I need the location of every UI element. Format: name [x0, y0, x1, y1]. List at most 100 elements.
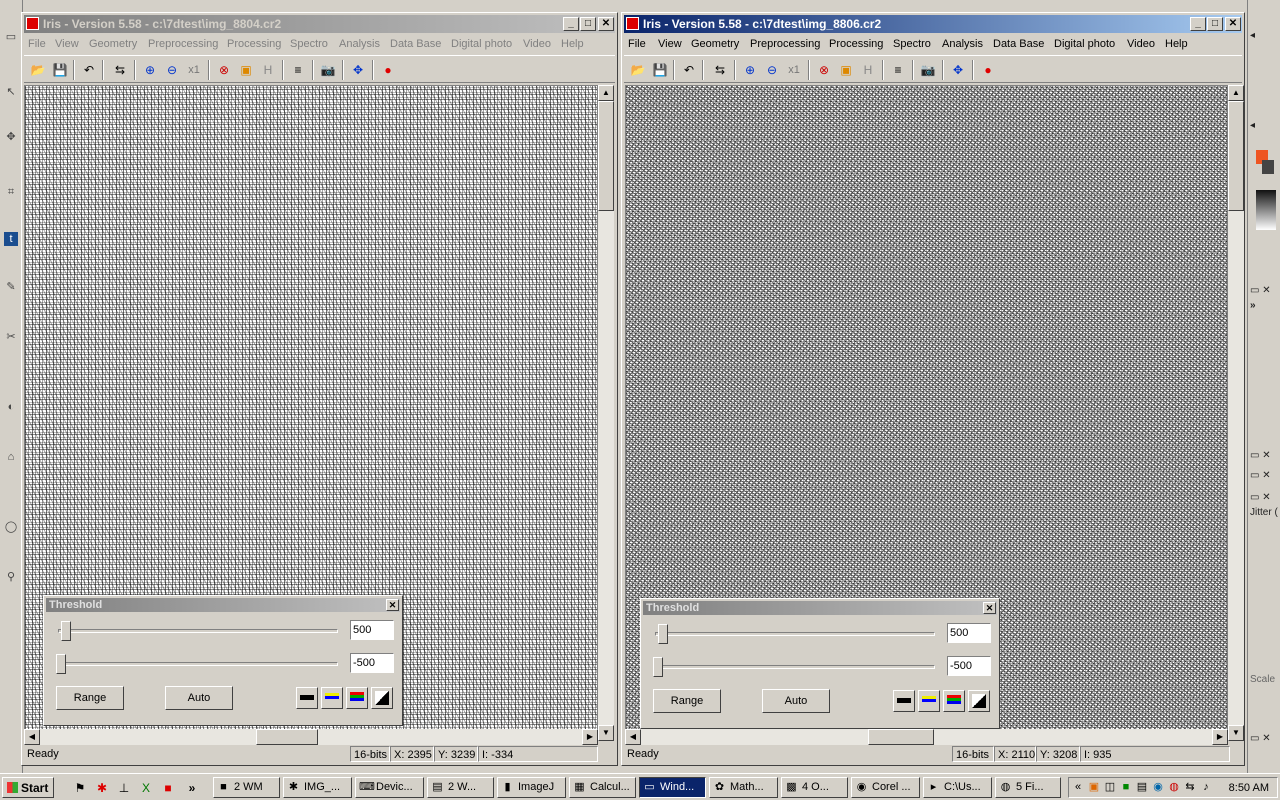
histogram-icon[interactable]: H	[858, 60, 878, 80]
save-icon[interactable]: 💾	[50, 60, 70, 80]
low-threshold-input[interactable]	[947, 656, 991, 676]
menu-processing[interactable]: Processing	[829, 37, 883, 51]
quicklaunch-iris-icon[interactable]: ■	[160, 780, 176, 796]
menu-digital-photo[interactable]: Digital photo	[451, 37, 512, 51]
clock[interactable]: 8:50 AM	[1229, 780, 1269, 796]
taskbar-task-button[interactable]: ✿ Math...	[709, 777, 778, 798]
tray-app-icon[interactable]: ◍	[1167, 780, 1181, 794]
minimize-button[interactable]: _	[563, 17, 579, 31]
scroll-up-icon[interactable]: ▲	[598, 85, 614, 101]
box-icon[interactable]: ▣	[836, 60, 856, 80]
high-slider-track[interactable]	[655, 632, 935, 636]
camera-icon[interactable]: 📷	[918, 60, 938, 80]
menu-geometry[interactable]: Geometry	[89, 37, 137, 51]
quicklaunch-network-icon[interactable]: ⚑	[72, 780, 88, 796]
record-icon[interactable]: ●	[978, 60, 998, 80]
taskbar-task-button[interactable]: ▭ Wind...	[639, 777, 706, 798]
tray-app-icon[interactable]: ◉	[1151, 780, 1165, 794]
mode-gradient-icon[interactable]	[371, 687, 393, 709]
gradient-swatch[interactable]	[1256, 190, 1276, 230]
bg-tool-icon[interactable]: ✥	[4, 130, 18, 144]
scroll-up-icon[interactable]: ▲	[1228, 85, 1244, 101]
bg-tool-icon[interactable]: ⚲	[4, 570, 18, 584]
menu-digital-photo[interactable]: Digital photo	[1054, 37, 1115, 51]
panel-close-icon[interactable]: ▭ ✕	[1250, 733, 1278, 745]
menu-file[interactable]: File	[28, 37, 46, 51]
high-slider-track[interactable]	[58, 629, 338, 633]
taskbar-task-button[interactable]: ▤ 2 W...	[427, 777, 494, 798]
range-button[interactable]: Range	[56, 686, 124, 710]
tray-expand-icon[interactable]: «	[1071, 780, 1085, 794]
zoom-out-icon[interactable]: ⊖	[162, 60, 182, 80]
menu-help[interactable]: Help	[561, 37, 584, 51]
bg-tool-icon[interactable]: ▭	[4, 30, 18, 44]
scroll-left-icon[interactable]: ◀	[625, 729, 641, 745]
move-icon[interactable]: ✥	[348, 60, 368, 80]
zoom-in-icon[interactable]: ⊕	[740, 60, 760, 80]
scroll-thumb[interactable]	[1228, 101, 1244, 211]
threshold-title[interactable]: Threshold ✕	[643, 601, 997, 615]
auto-button[interactable]: Auto	[762, 689, 830, 713]
mode-mono-icon[interactable]	[296, 687, 318, 709]
taskbar-task-button[interactable]: ■ 2 WM	[213, 777, 280, 798]
taskbar-task-button[interactable]: ▩ 4 O...	[781, 777, 848, 798]
mode-color-icon[interactable]	[918, 690, 940, 712]
quicklaunch-more-icon[interactable]: »	[184, 780, 200, 796]
quicklaunch-excel-icon[interactable]: X	[138, 780, 154, 796]
vertical-scrollbar[interactable]: ▲ ▼	[1228, 85, 1244, 741]
mode-rgb-icon[interactable]	[346, 687, 368, 709]
scroll-thumb[interactable]	[256, 729, 318, 745]
taskbar-task-button[interactable]: ✱ IMG_...	[283, 777, 352, 798]
bg-tool-icon[interactable]: ↖	[4, 85, 18, 99]
histogram-icon[interactable]: H	[258, 60, 278, 80]
taskbar-task-button[interactable]: ◉ Corel ...	[851, 777, 920, 798]
horizontal-scrollbar[interactable]: ◀ ▶	[625, 729, 1228, 745]
low-slider-thumb[interactable]	[653, 657, 663, 677]
tray-app-icon[interactable]: ▤	[1135, 780, 1149, 794]
spectro-icon[interactable]: ⊗	[814, 60, 834, 80]
record-icon[interactable]: ●	[378, 60, 398, 80]
taskbar-task-button[interactable]: ▮ ImageJ	[497, 777, 566, 798]
list-icon[interactable]: ≡	[288, 60, 308, 80]
undo-icon[interactable]: ↶	[679, 60, 699, 80]
menu-data-base[interactable]: Data Base	[390, 37, 441, 51]
menu-video[interactable]: Video	[1127, 37, 1155, 51]
menu-preprocessing[interactable]: Preprocessing	[750, 37, 820, 51]
taskbar-task-button[interactable]: ▸ C:\Us...	[923, 777, 992, 798]
window-titlebar[interactable]: Iris - Version 5.58 - c:\7dtest\img_8806…	[624, 15, 1242, 33]
move-icon[interactable]: ✥	[948, 60, 968, 80]
panel-arrow-icon[interactable]: ◂	[1250, 30, 1278, 42]
tray-app-icon[interactable]: ■	[1119, 780, 1133, 794]
auto-button[interactable]: Auto	[165, 686, 233, 710]
tray-network-icon[interactable]: ⇆	[1183, 780, 1197, 794]
menu-data-base[interactable]: Data Base	[993, 37, 1044, 51]
maximize-button[interactable]: □	[1207, 17, 1223, 31]
tray-app-icon[interactable]: ◫	[1103, 780, 1117, 794]
panel-close-icon[interactable]: ▭ ✕	[1250, 470, 1278, 482]
quicklaunch-tool-icon[interactable]: ⊥	[116, 780, 132, 796]
threshold-title[interactable]: Threshold ✕	[46, 598, 400, 612]
settings-icon[interactable]: ⇆	[710, 60, 730, 80]
bg-tool-icon[interactable]: ✎	[4, 280, 18, 294]
minimize-button[interactable]: _	[1190, 17, 1206, 31]
list-icon[interactable]: ≡	[888, 60, 908, 80]
panel-close-icon[interactable]: ▭ ✕	[1250, 492, 1278, 504]
box-icon[interactable]: ▣	[236, 60, 256, 80]
scroll-thumb[interactable]	[598, 101, 614, 211]
menu-file[interactable]: File	[628, 37, 646, 51]
window-titlebar[interactable]: Iris - Version 5.58 - c:\7dtest\img_8804…	[24, 15, 615, 33]
spectro-icon[interactable]: ⊗	[214, 60, 234, 80]
menu-processing[interactable]: Processing	[227, 37, 281, 51]
panel-close-icon[interactable]: ▭ ✕	[1250, 450, 1278, 462]
panel-more-icon[interactable]: »	[1250, 300, 1278, 312]
tray-app-icon[interactable]: ▣	[1087, 780, 1101, 794]
menu-geometry[interactable]: Geometry	[691, 37, 739, 51]
mode-gradient-icon[interactable]	[968, 690, 990, 712]
menu-view[interactable]: View	[658, 37, 682, 51]
iris-app-icon[interactable]	[26, 17, 39, 30]
menu-analysis[interactable]: Analysis	[942, 37, 983, 51]
high-slider-thumb[interactable]	[658, 624, 668, 644]
bg-tool-icon[interactable]: t	[4, 232, 18, 246]
open-icon[interactable]: 📂	[28, 60, 48, 80]
close-button[interactable]: ✕	[598, 17, 614, 31]
